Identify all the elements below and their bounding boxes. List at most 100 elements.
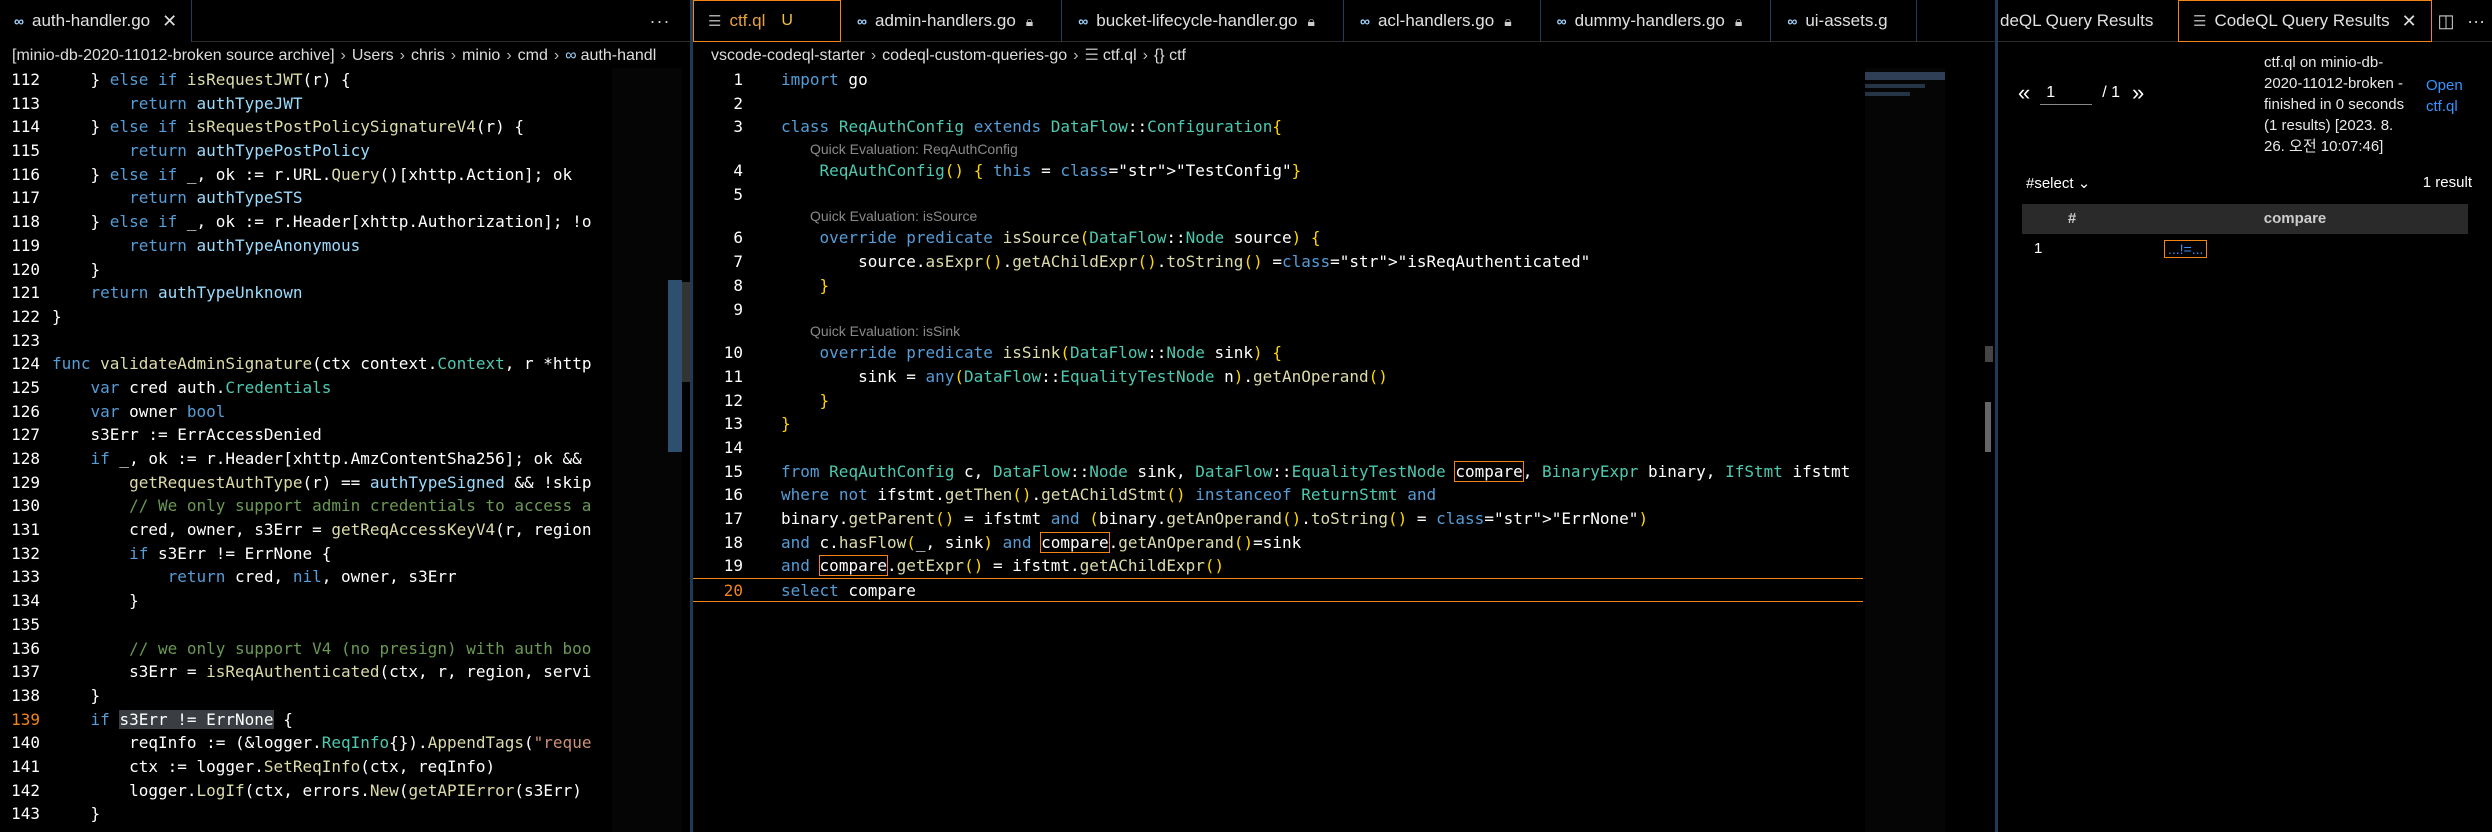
code-line[interactable]: 130 // We only support admin credentials…: [0, 494, 612, 518]
minimap-slider[interactable]: [1865, 72, 1945, 80]
open-query-link[interactable]: Open ctf.ql: [2426, 75, 2482, 117]
code-line[interactable]: 114 } else if isRequestPostPolicySignatu…: [0, 115, 612, 139]
tab-acl-handlers-go[interactable]: ∞ acl-handlers.go 🔒︎: [1344, 0, 1541, 42]
code-line[interactable]: 127 s3Err := ErrAccessDenied: [0, 423, 612, 447]
code-line[interactable]: 18 and c.hasFlow(_, sink) and compare.get…: [693, 531, 1863, 555]
code-line[interactable]: 123: [0, 329, 612, 353]
code-line[interactable]: 11 sink = any(DataFlow::EqualityTestNode…: [693, 365, 1863, 389]
code-line[interactable]: 124 func validateAdminSignature(ctx conte…: [0, 352, 612, 376]
prev-page-button[interactable]: «: [2018, 80, 2030, 106]
code-line[interactable]: 141 ctx := logger.SetReqInfo(ctx, reqInf…: [0, 755, 612, 779]
code-line[interactable]: 17 binary.getParent() = ifstmt and (binar…: [693, 507, 1863, 531]
breadcrumb-item[interactable]: cmd: [518, 47, 548, 64]
code-line[interactable]: 132 if s3Err != ErrNone {: [0, 542, 612, 566]
close-icon[interactable]: ✕: [2402, 11, 2417, 32]
tab-auth-handler[interactable]: ∞ auth-handler.go ✕: [0, 0, 193, 42]
tab-admin-handlers-go[interactable]: ∞ admin-handlers.go 🔒︎: [841, 0, 1063, 42]
scrollbar[interactable]: [682, 282, 690, 382]
code-line[interactable]: 4 ReqAuthConfig() { this = class="str">"…: [693, 159, 1863, 183]
tab-ui-assets-g[interactable]: ∞ ui-assets.g: [1771, 0, 1917, 42]
code-line[interactable]: 7 source.asExpr().getAChildExpr().toStri…: [693, 250, 1863, 274]
tab-query-results[interactable]: ☰ CodeQL Query Results ✕: [2178, 0, 2432, 42]
tab-dummy-handlers-go[interactable]: ∞ dummy-handlers.go 🔒︎: [1541, 0, 1772, 42]
code-line[interactable]: 8 }: [693, 274, 1863, 298]
lock-icon: 🔒︎: [1734, 12, 1743, 29]
code-line[interactable]: 15 from ReqAuthConfig c, DataFlow::Node s…: [693, 460, 1863, 484]
code-line[interactable]: 119 return authTypeAnonymous: [0, 234, 612, 258]
code-line[interactable]: 2: [693, 92, 1863, 116]
code-editor[interactable]: 1 import go 2 3 class ReqAuthConfig extends …: [693, 68, 1863, 602]
minimap[interactable]: [612, 68, 682, 832]
code-line[interactable]: 128 if _, ok := r.Header[xhttp.AmzConten…: [0, 447, 612, 471]
code-line[interactable]: 117 return authTypeSTS: [0, 186, 612, 210]
code-line[interactable]: 118 } else if _, ok := r.Header[xhttp.Au…: [0, 210, 612, 234]
breadcrumb-item[interactable]: codeql-custom-queries-go: [882, 47, 1067, 64]
code-line[interactable]: 137 s3Err = isReqAuthenticated(ctx, r, r…: [0, 660, 612, 684]
breadcrumb-item[interactable]: vscode-codeql-starter: [711, 47, 865, 64]
minimap[interactable]: [1865, 68, 1945, 832]
line-number: 139: [11, 709, 40, 729]
code-line[interactable]: 125 var cred auth.Credentials: [0, 376, 612, 400]
breadcrumb-item[interactable]: {} ctf: [1154, 47, 1186, 64]
close-icon[interactable]: ✕: [162, 11, 177, 32]
more-actions-icon[interactable]: ···: [630, 0, 690, 41]
code-line[interactable]: 14: [693, 436, 1863, 460]
tab-ctf-ql[interactable]: ☰ ctf.ql U: [693, 0, 841, 42]
result-link[interactable]: ...!=...: [2164, 240, 2208, 258]
scrollbar[interactable]: [1985, 346, 1993, 362]
code-line[interactable]: 112 } else if isRequestJWT(r) {: [0, 68, 612, 92]
code-line[interactable]: 10 override predicate isSink(DataFlow::N…: [693, 341, 1863, 365]
code-line[interactable]: 135: [0, 613, 612, 637]
code-line[interactable]: 9: [693, 298, 1863, 322]
line-number: 122: [11, 306, 40, 326]
page-number-input[interactable]: [2040, 81, 2093, 105]
code-line[interactable]: 120 }: [0, 258, 612, 282]
code-line[interactable]: 5: [693, 183, 1863, 207]
code-line[interactable]: 113 return authTypeJWT: [0, 92, 612, 116]
breadcrumb-item[interactable]: [minio-db-2020-11012-broken source archi…: [12, 47, 335, 64]
split-editor-icon[interactable]: ◫: [2432, 0, 2461, 41]
code-line[interactable]: 142 logger.LogIf(ctx, errors.New(getAPIE…: [0, 779, 612, 803]
breadcrumb-item[interactable]: auth-handl: [581, 47, 657, 64]
code-line[interactable]: 140 reqInfo := (&logger.ReqInfo{}).Appen…: [0, 731, 612, 755]
code-line[interactable]: 139 if s3Err != ErrNone {: [0, 708, 612, 732]
code-line[interactable]: 133 return cred, nil, owner, s3Err: [0, 565, 612, 589]
code-line[interactable]: 115 return authTypePostPolicy: [0, 139, 612, 163]
scrollbar-thumb[interactable]: [1985, 402, 1991, 452]
code-line[interactable]: 122}: [0, 305, 612, 329]
breadcrumb-item[interactable]: Users: [352, 47, 394, 64]
minimap-slider[interactable]: [668, 280, 682, 452]
tab-bucket-lifecycle-handler-go[interactable]: ∞ bucket-lifecycle-handler.go 🔒︎: [1062, 0, 1344, 42]
code-line[interactable]: 131 cred, owner, s3Err = getReqAccessKey…: [0, 518, 612, 542]
code-line[interactable]: 19 and compare.getExpr() = ifstmt.getAChi…: [693, 554, 1863, 578]
next-page-button[interactable]: »: [2132, 80, 2144, 106]
code-text: return authTypeAnonymous: [129, 235, 361, 255]
code-line[interactable]: 1 import go: [693, 68, 1863, 92]
quick-evaluation-codelens[interactable]: Quick Evaluation: ReqAuthConfig: [693, 139, 1863, 159]
code-line[interactable]: 129 getRequestAuthType(r) == authTypeSig…: [0, 471, 612, 495]
breadcrumb-item[interactable]: chris: [411, 47, 445, 64]
code-line[interactable]: 12 }: [693, 389, 1863, 413]
code-line[interactable]: 136 // we only support V4 (no presign) w…: [0, 637, 612, 661]
column-header-index[interactable]: #: [2022, 204, 2122, 234]
code-line[interactable]: 126 var owner bool: [0, 400, 612, 424]
code-editor[interactable]: 112 } else if isRequestJWT(r) {113 retur…: [0, 68, 612, 826]
breadcrumb-item[interactable]: minio: [462, 47, 500, 64]
code-line[interactable]: 121 return authTypeUnknown: [0, 281, 612, 305]
quick-evaluation-codelens[interactable]: Quick Evaluation: isSource: [693, 206, 1863, 226]
column-header-compare[interactable]: compare: [2122, 204, 2468, 234]
code-line[interactable]: 6 override predicate isSource(DataFlow::…: [693, 226, 1863, 250]
code-line[interactable]: 116 } else if _, ok := r.URL.Query()[xht…: [0, 163, 612, 187]
quick-evaluation-codelens[interactable]: Quick Evaluation: isSink: [693, 321, 1863, 341]
code-line[interactable]: 143 }: [0, 802, 612, 826]
code-line[interactable]: 16 where not ifstmt.getThen().getAChildSt…: [693, 483, 1863, 507]
more-actions-icon[interactable]: ···: [2460, 0, 2492, 41]
tab-query-results-inactive[interactable]: deQL Query Results: [1998, 0, 2180, 42]
breadcrumb-item[interactable]: ctf.ql: [1103, 47, 1137, 64]
code-line[interactable]: 134 }: [0, 589, 612, 613]
code-line[interactable]: 3 class ReqAuthConfig extends DataFlow::C…: [693, 115, 1863, 139]
code-line[interactable]: 138 }: [0, 684, 612, 708]
code-line[interactable]: 13}: [693, 412, 1863, 436]
code-line[interactable]: 20 select compare: [693, 578, 1863, 602]
result-set-select[interactable]: #select ⌄: [2026, 174, 2090, 192]
